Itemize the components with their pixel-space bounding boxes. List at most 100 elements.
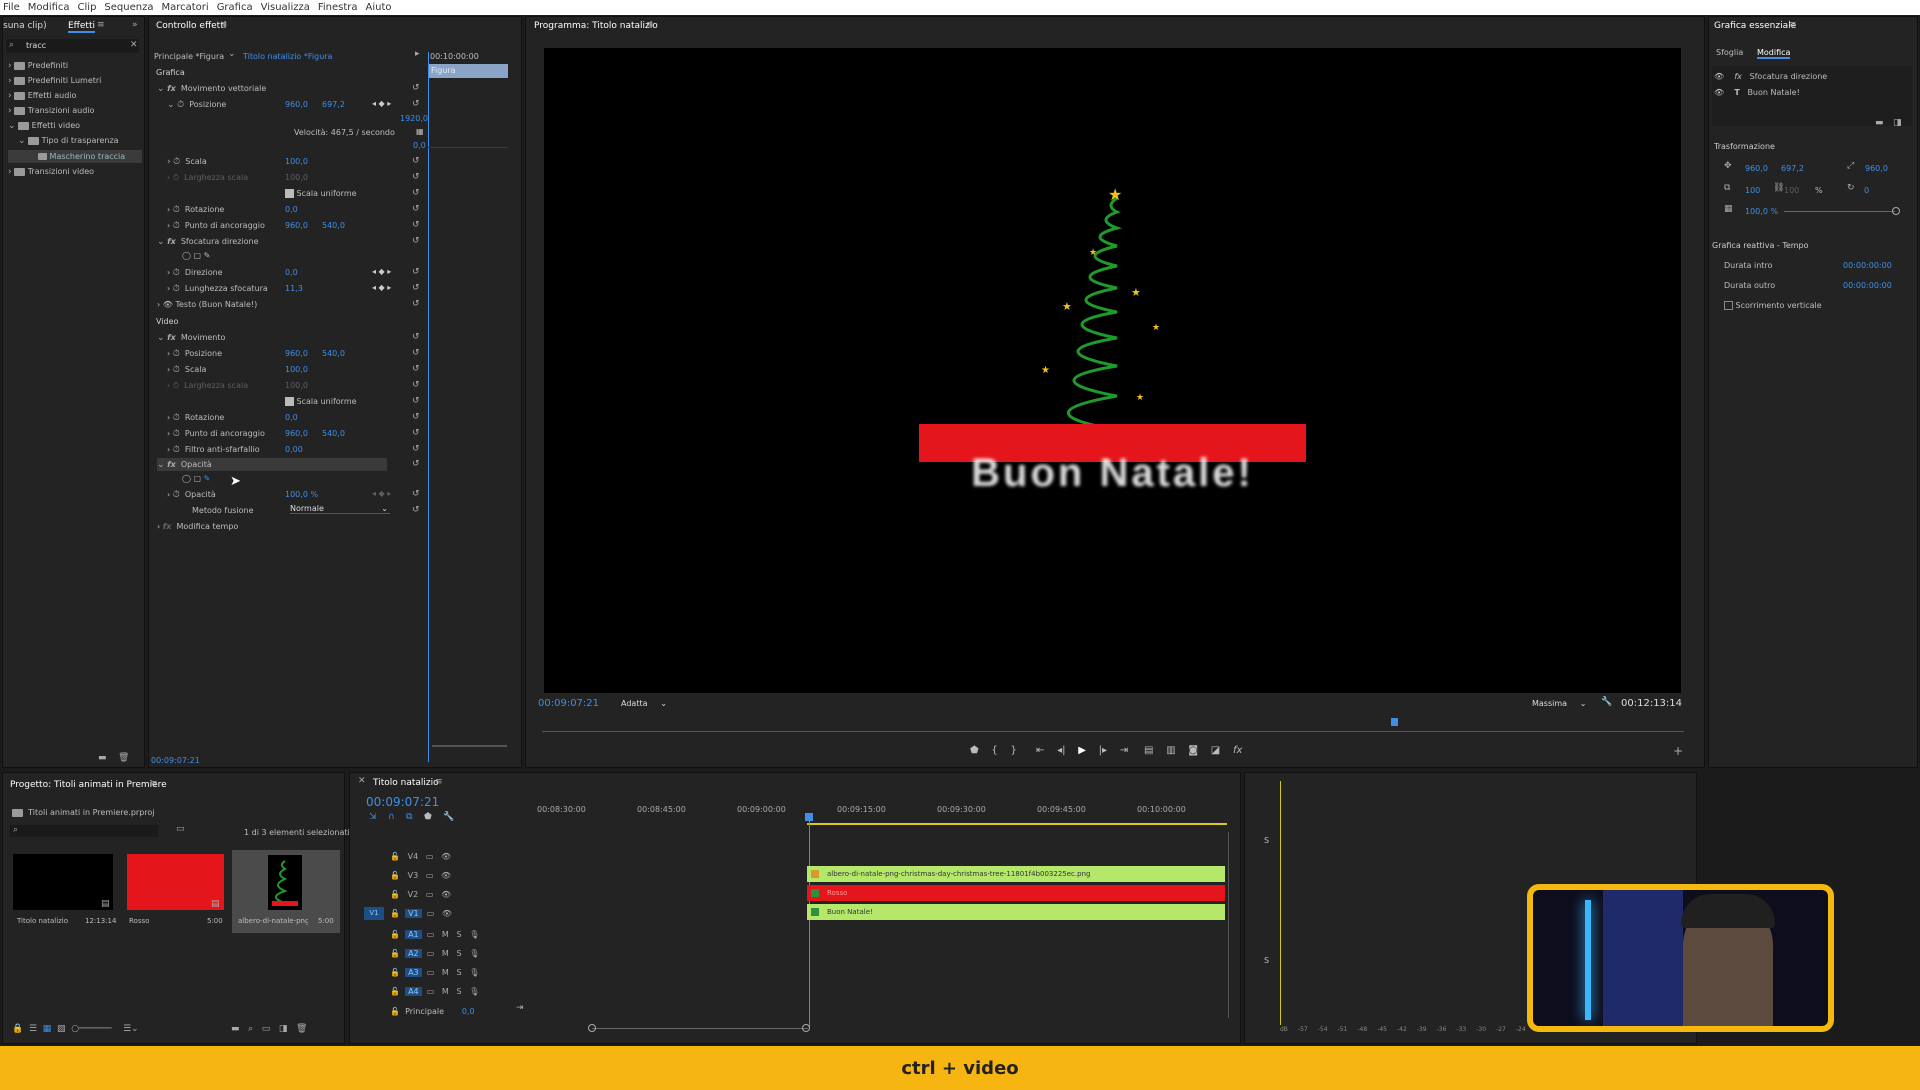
scrollbar-handle-left[interactable]: [588, 1024, 596, 1032]
insert-overwrite-icon[interactable]: ⇲: [369, 812, 377, 822]
menu-help[interactable]: Aiuto: [366, 2, 392, 13]
track-header-a1[interactable]: 🔓 A1 ▭ M S 🎙: [390, 930, 479, 939]
opacity-mask-tools[interactable]: ◯ ▢ ✎: [182, 474, 210, 483]
project-item-red[interactable]: ▤ Rosso 5:00: [127, 854, 224, 925]
fx-vector-motion[interactable]: ⌄ fx Movimento vettoriale: [157, 84, 266, 94]
reset-icon[interactable]: ↺: [412, 444, 420, 454]
outro-value[interactable]: 00:00:00:00: [1843, 281, 1892, 290]
quality-select[interactable]: Massima ⌄: [1532, 699, 1586, 708]
go-to-in-icon[interactable]: ⇤: [1036, 745, 1044, 756]
vertical-scroll-checkbox[interactable]: Scorrimento verticale: [1724, 301, 1822, 310]
menu-graphics[interactable]: Grafica: [217, 2, 253, 13]
track-header-v2[interactable]: 🔓 V2 ▭ 👁: [390, 890, 451, 899]
video-anchor-y[interactable]: 540,0: [322, 429, 345, 438]
new-layer-icon[interactable]: ▬: [1875, 119, 1884, 128]
position-x-value[interactable]: 960,0: [285, 100, 308, 109]
rotation-value[interactable]: 0,0: [285, 205, 298, 214]
new-bin-icon[interactable]: ▬: [98, 754, 107, 763]
lock-icon[interactable]: 🔒: [12, 1024, 23, 1034]
anchor-x-value[interactable]: 960,0: [285, 221, 308, 230]
prop-video-position[interactable]: › ⏱ Posizione: [167, 349, 222, 359]
timeline-settings-icon[interactable]: 🔧: [443, 812, 454, 822]
video-scale-value[interactable]: 100,0: [285, 365, 308, 374]
reset-icon[interactable]: ↺: [412, 428, 420, 438]
clip-title-text[interactable]: Buon Natale!: [807, 904, 1225, 920]
scale-value[interactable]: 100,0: [285, 157, 308, 166]
fx-directional-blur[interactable]: ⌄ fx Sfocatura direzione: [157, 237, 259, 247]
scrubber-playhead[interactable]: [1391, 718, 1398, 726]
reset-icon[interactable]: ↺: [412, 396, 420, 406]
camera-icon[interactable]: ◙: [1188, 745, 1198, 756]
keyframe-nav[interactable]: ◂ ◆ ▸: [372, 267, 391, 276]
snap-icon[interactable]: ∩: [388, 812, 395, 822]
extract-icon[interactable]: ▥: [1166, 745, 1175, 756]
panel-menu-icon[interactable]: ≡: [220, 21, 228, 30]
prop-blur-length[interactable]: › ⏱ Lunghezza sfocatura: [167, 284, 268, 294]
timeline-timecode[interactable]: 00:09:07:21: [366, 795, 439, 809]
prop-video-rotation[interactable]: › ⏱ Rotazione: [167, 413, 224, 423]
project-item-tree-png[interactable]: albero-di-natale-png-ch... 5:00: [232, 850, 340, 933]
go-to-end-icon[interactable]: ⇥: [516, 1004, 524, 1013]
fx-toggle-icon[interactable]: fx: [1233, 745, 1242, 756]
mark-in-icon[interactable]: {: [991, 745, 997, 756]
eg-position-x[interactable]: 960,0: [1745, 164, 1768, 173]
marker-icon[interactable]: ⬟: [970, 745, 979, 756]
expand-panels-icon[interactable]: »: [132, 21, 138, 30]
linked-selection-icon[interactable]: ⧉: [406, 812, 412, 822]
opacity-value[interactable]: 100,0 %: [285, 490, 318, 499]
video-position-x[interactable]: 960,0: [285, 349, 308, 358]
prop-opacity[interactable]: › ⏱ Opacità: [167, 490, 216, 500]
mini-timeline-clip[interactable]: Figura: [428, 64, 508, 78]
mini-timeline-playhead[interactable]: [428, 52, 429, 762]
source-patch-v1[interactable]: V1: [364, 907, 384, 920]
fx-time-remap[interactable]: › fx Modifica tempo: [157, 522, 238, 531]
panel-menu-icon[interactable]: ≡: [97, 21, 105, 30]
reset-icon[interactable]: ↺: [412, 283, 420, 293]
keyframe-nav[interactable]: ◂ ◆ ▸: [372, 99, 391, 108]
tab-source-clip[interactable]: suna clip): [3, 21, 47, 31]
program-video-frame[interactable]: ★ ★ ★ ★ ★ ★ ★ Buon Natale!: [544, 48, 1681, 693]
panel-menu-icon[interactable]: ≡: [435, 778, 443, 787]
freeform-view-icon[interactable]: ▧: [57, 1024, 66, 1034]
effects-search-input[interactable]: tracc: [26, 41, 46, 50]
reset-icon[interactable]: ↺: [412, 364, 420, 374]
prop-rotation[interactable]: › ⏱ Rotazione: [167, 205, 224, 215]
direction-value[interactable]: 0,0: [285, 268, 298, 277]
prop-video-scale[interactable]: › ⏱ Scala: [167, 365, 206, 375]
prop-direction[interactable]: › ⏱ Direzione: [167, 268, 223, 278]
video-anchor-x[interactable]: 960,0: [285, 429, 308, 438]
scrollbar-handle-right[interactable]: [802, 1024, 810, 1032]
play-clip-icon[interactable]: ▸: [415, 50, 420, 59]
work-area-bar[interactable]: [807, 823, 1227, 825]
menu-view[interactable]: Visualizza: [261, 2, 310, 13]
reset-icon[interactable]: ↺: [412, 188, 420, 198]
prop-position[interactable]: ⌄ ⏱ Posizione: [167, 100, 226, 110]
tab-effects[interactable]: Effetti: [68, 21, 95, 33]
keyframe-nav[interactable]: ◂ ◆ ▸: [372, 283, 391, 292]
opacity-slider[interactable]: [1784, 211, 1895, 212]
reset-icon[interactable]: ↺: [412, 267, 420, 277]
fx-opacity[interactable]: ⌄ fx Opacità: [157, 458, 387, 471]
reset-icon[interactable]: ↺: [412, 220, 420, 230]
position-y-value[interactable]: 697,2: [322, 100, 345, 109]
video-uniform-scale-checkbox[interactable]: Scala uniforme: [285, 397, 357, 406]
panel-menu-icon[interactable]: ≡: [150, 780, 158, 789]
eg-position-y[interactable]: 697,2: [1781, 164, 1804, 173]
timeline-playhead[interactable]: [809, 820, 810, 1028]
reset-icon[interactable]: ↺: [412, 489, 420, 499]
solo-right-button[interactable]: S: [1264, 956, 1269, 965]
track-header-a4[interactable]: 🔓 A4 ▭ M S 🎙: [390, 987, 479, 996]
solo-left-button[interactable]: S: [1264, 836, 1269, 845]
project-search-field[interactable]: ⌕: [10, 825, 158, 837]
program-scrubber[interactable]: [542, 731, 1684, 732]
compare-icon[interactable]: ◪: [1211, 745, 1220, 756]
reset-icon[interactable]: ↺: [412, 380, 420, 390]
menu-sequence[interactable]: Sequenza: [104, 2, 153, 13]
reset-icon[interactable]: ↺: [412, 299, 420, 309]
reset-icon[interactable]: ↺: [412, 204, 420, 214]
fit-select[interactable]: Adatta ⌄: [621, 699, 667, 708]
vertical-scrollbar[interactable]: [1228, 832, 1229, 1018]
video-rotation-value[interactable]: 0,0: [285, 413, 298, 422]
tab-edit[interactable]: Modifica: [1757, 48, 1791, 59]
step-back-icon[interactable]: ◂|: [1057, 745, 1065, 756]
